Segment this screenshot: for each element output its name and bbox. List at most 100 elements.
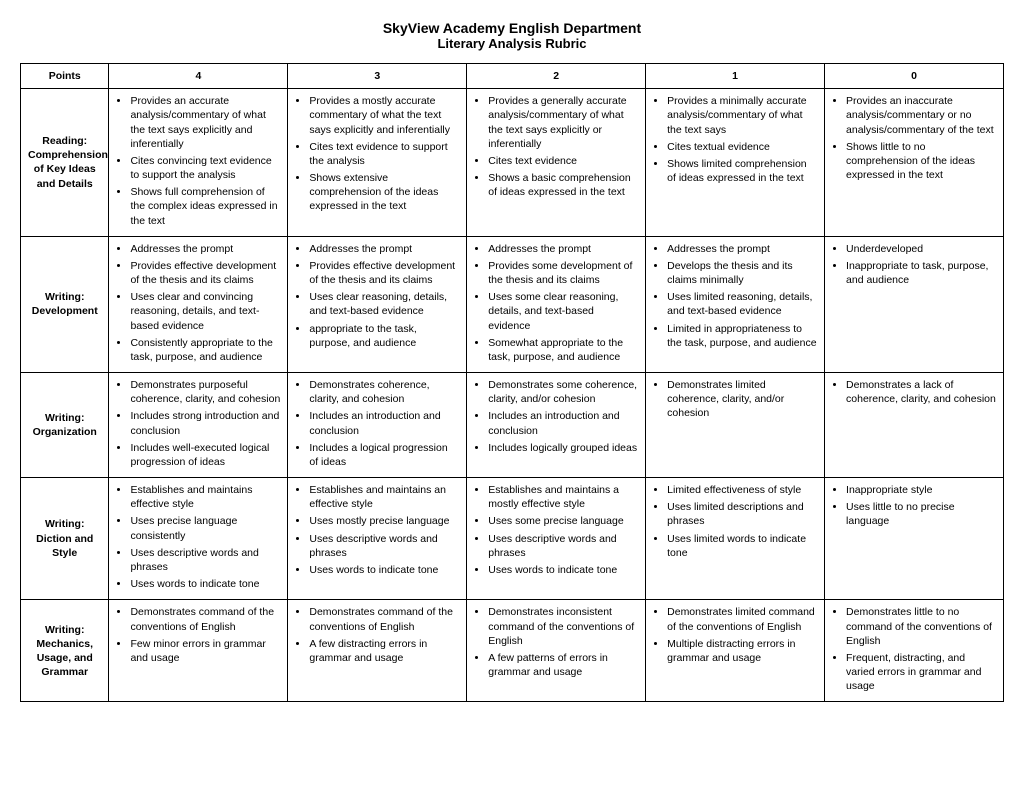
cell-list-writing-development-col2: Addresses the prompt Provides some develo… — [474, 242, 638, 364]
list-item: Uses mostly precise language — [309, 514, 459, 528]
page-title: SkyView Academy English Department Liter… — [20, 20, 1004, 51]
cell-list-writing-diction-col2: Establishes and maintains a mostly effec… — [474, 483, 638, 577]
cell-writing-organization-col4: Demonstrates purposeful coherence, clari… — [109, 373, 288, 478]
cell-list-reading-comprehension-col0: Provides an inaccurate analysis/commenta… — [832, 94, 996, 182]
list-item: Establishes and maintains a mostly effec… — [488, 483, 638, 511]
row-header-writing-organization: Writing: Organization — [21, 373, 109, 478]
list-item: Establishes and maintains effective styl… — [130, 483, 280, 511]
cell-list-reading-comprehension-col4: Provides an accurate analysis/commentary… — [116, 94, 280, 228]
cell-writing-development-col3: Addresses the promptProvides effective d… — [288, 236, 467, 372]
cell-reading-comprehension-col2: Provides a generally accurate analysis/c… — [467, 89, 646, 237]
cell-list-writing-mechanics-col2: Demonstrates inconsistent command of the… — [474, 605, 638, 679]
cell-list-writing-diction-col1: Limited effectiveness of style Uses limit… — [653, 483, 817, 560]
cell-list-reading-comprehension-col2: Provides a generally accurate analysis/c… — [474, 94, 638, 199]
cell-writing-development-col1: Addresses the prompt Develops the thesis … — [646, 236, 825, 372]
list-item: Provides effective development of the th… — [130, 259, 280, 287]
cell-writing-diction-col1: Limited effectiveness of style Uses limit… — [646, 478, 825, 600]
list-item: Addresses the prompt — [667, 242, 817, 256]
cell-writing-organization-col0: Demonstrates a lack of coherence, clarit… — [825, 373, 1004, 478]
list-item: Demonstrates inconsistent command of the… — [488, 605, 638, 648]
list-item: Uses little to no precise language — [846, 500, 996, 528]
row-header-writing-diction: Writing: Diction and Style — [21, 478, 109, 600]
list-item: Develops the thesis and its claims minim… — [667, 259, 817, 287]
cell-list-writing-diction-col0: Inappropriate style Uses little to no pre… — [832, 483, 996, 529]
cell-list-writing-development-col4: Addresses the prompt Provides effective d… — [116, 242, 280, 364]
cell-list-writing-organization-col2: Demonstrates some coherence, clarity, an… — [474, 378, 638, 455]
row-header-writing-development: Writing: Development — [21, 236, 109, 372]
list-item: Uses limited reasoning, details, and tex… — [667, 290, 817, 318]
list-item: Uses some clear reasoning, details, and … — [488, 290, 638, 333]
list-item: Demonstrates limited coherence, clarity,… — [667, 378, 817, 421]
cell-list-reading-comprehension-col3: Provides a mostly accurate commentary of… — [295, 94, 459, 213]
list-item: A few distracting errors in grammar and … — [309, 637, 459, 665]
cell-writing-mechanics-col1: Demonstrates limited command of the conv… — [646, 600, 825, 702]
list-item: Somewhat appropriate to the task, purpos… — [488, 336, 638, 364]
list-item: Uses descriptive words and phrases — [130, 546, 280, 574]
list-item: Provides an inaccurate analysis/commenta… — [846, 94, 996, 137]
table-row-writing-organization: Writing: Organization Demonstrates purpos… — [21, 373, 1004, 478]
list-item: Demonstrates command of the conventions … — [130, 605, 280, 633]
cell-list-writing-development-col1: Addresses the prompt Develops the thesis … — [653, 242, 817, 350]
list-item: Shows a basic comprehension of ideas exp… — [488, 171, 638, 199]
list-item: Addresses the prompt — [488, 242, 638, 256]
list-item: Shows full comprehension of the complex … — [130, 185, 280, 228]
cell-list-reading-comprehension-col1: Provides a minimally accurate analysis/c… — [653, 94, 817, 185]
cell-writing-organization-col3: Demonstrates coherence, clarity, and coh… — [288, 373, 467, 478]
cell-list-writing-development-col0: UnderdevelopedInappropriate to task, pur… — [832, 242, 996, 288]
cell-reading-comprehension-col4: Provides an accurate analysis/commentary… — [109, 89, 288, 237]
list-item: Uses limited descriptions and phrases — [667, 500, 817, 528]
list-item: Cites textual evidence — [667, 140, 817, 154]
list-item: Includes well-executed logical progressi… — [130, 441, 280, 469]
table-row-reading-comprehension: Reading: Comprehension of Key Ideas and … — [21, 89, 1004, 237]
list-item: Uses some precise language — [488, 514, 638, 528]
list-item: Underdeveloped — [846, 242, 996, 256]
header-col2: 2 — [467, 64, 646, 89]
list-item: Establishes and maintains an effective s… — [309, 483, 459, 511]
cell-writing-mechanics-col2: Demonstrates inconsistent command of the… — [467, 600, 646, 702]
list-item: Demonstrates purposeful coherence, clari… — [130, 378, 280, 406]
list-item: Limited effectiveness of style — [667, 483, 817, 497]
list-item: A few patterns of errors in grammar and … — [488, 651, 638, 679]
cell-writing-development-col4: Addresses the prompt Provides effective d… — [109, 236, 288, 372]
list-item: Uses words to indicate tone — [488, 563, 638, 577]
list-item: Includes logically grouped ideas — [488, 441, 638, 455]
list-item: Demonstrates some coherence, clarity, an… — [488, 378, 638, 406]
list-item: Includes strong introduction and conclus… — [130, 409, 280, 437]
list-item: Cites convincing text evidence to suppor… — [130, 154, 280, 182]
list-item: Demonstrates limited command of the conv… — [667, 605, 817, 633]
cell-reading-comprehension-col0: Provides an inaccurate analysis/commenta… — [825, 89, 1004, 237]
list-item: Includes a logical progression of ideas — [309, 441, 459, 469]
list-item: Uses words to indicate tone — [130, 577, 280, 591]
cell-writing-mechanics-col0: Demonstrates little to no command of the… — [825, 600, 1004, 702]
list-item: Uses descriptive words and phrases — [309, 532, 459, 560]
rubric-table: Points 4 3 2 1 0 Reading: Comprehension … — [20, 63, 1004, 702]
header-col4: 4 — [109, 64, 288, 89]
list-item: Shows little to no comprehension of the … — [846, 140, 996, 183]
list-item: Provides some development of the thesis … — [488, 259, 638, 287]
list-item: Cites text evidence — [488, 154, 638, 168]
list-item: Addresses the prompt — [130, 242, 280, 256]
list-item: Uses descriptive words and phrases — [488, 532, 638, 560]
list-item: Uses words to indicate tone — [309, 563, 459, 577]
list-item: Cites text evidence to support the analy… — [309, 140, 459, 168]
header-col1: 1 — [646, 64, 825, 89]
cell-writing-organization-col1: Demonstrates limited coherence, clarity,… — [646, 373, 825, 478]
list-item: Shows extensive comprehension of the ide… — [309, 171, 459, 214]
list-item: Provides a generally accurate analysis/c… — [488, 94, 638, 151]
list-item: Uses precise language consistently — [130, 514, 280, 542]
list-item: Demonstrates coherence, clarity, and coh… — [309, 378, 459, 406]
cell-list-writing-organization-col3: Demonstrates coherence, clarity, and coh… — [295, 378, 459, 469]
list-item: Includes an introduction and conclusion — [309, 409, 459, 437]
cell-list-writing-mechanics-col3: Demonstrates command of the conventions … — [295, 605, 459, 665]
cell-reading-comprehension-col1: Provides a minimally accurate analysis/c… — [646, 89, 825, 237]
cell-writing-diction-col3: Establishes and maintains an effective s… — [288, 478, 467, 600]
cell-list-writing-diction-col3: Establishes and maintains an effective s… — [295, 483, 459, 577]
cell-writing-mechanics-col4: Demonstrates command of the conventions … — [109, 600, 288, 702]
list-item: Inappropriate style — [846, 483, 996, 497]
table-row-writing-development: Writing: Development Addresses the prompt… — [21, 236, 1004, 372]
table-row-writing-mechanics: Writing: Mechanics, Usage, and GrammarDe… — [21, 600, 1004, 702]
list-item: Uses limited words to indicate tone — [667, 532, 817, 560]
cell-writing-development-col0: UnderdevelopedInappropriate to task, pur… — [825, 236, 1004, 372]
header-col3: 3 — [288, 64, 467, 89]
cell-list-writing-organization-col4: Demonstrates purposeful coherence, clari… — [116, 378, 280, 469]
